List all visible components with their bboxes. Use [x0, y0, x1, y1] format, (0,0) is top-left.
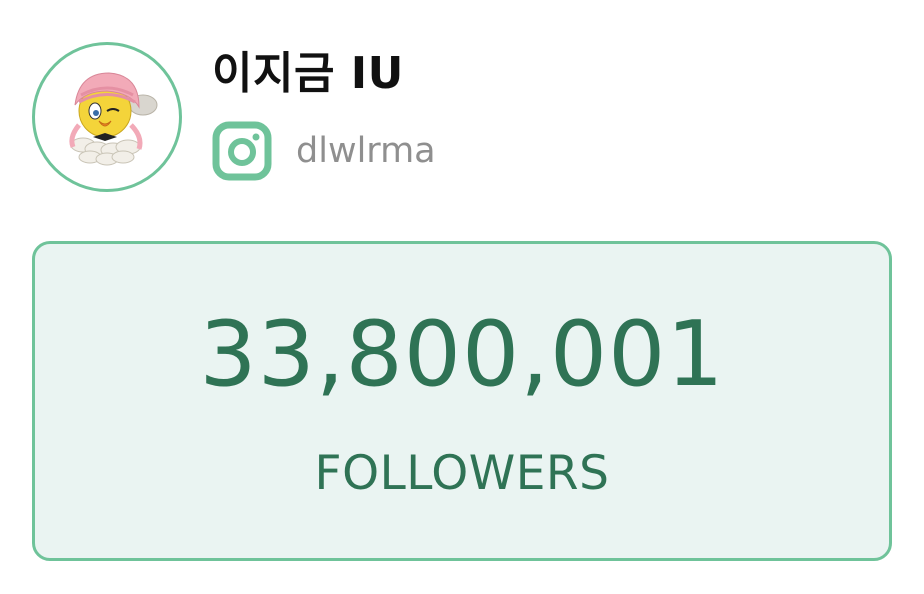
instagram-icon[interactable] [212, 121, 272, 181]
followers-card: 33,800,001 FOLLOWERS [32, 241, 892, 561]
instagram-handle[interactable]: dlwlrma [296, 133, 436, 169]
profile-page: 이지금 IU dlwlrma 33,800,001 FOLLOWERS [0, 0, 924, 594]
display-name: 이지금 IU [212, 48, 404, 99]
avatar[interactable] [32, 42, 182, 192]
followers-count: 33,800,001 [199, 302, 725, 407]
cartoon-bird-avatar-icon [69, 72, 158, 166]
followers-label: FOLLOWERS [314, 446, 610, 501]
instagram-handle-row[interactable]: dlwlrma [212, 120, 436, 182]
